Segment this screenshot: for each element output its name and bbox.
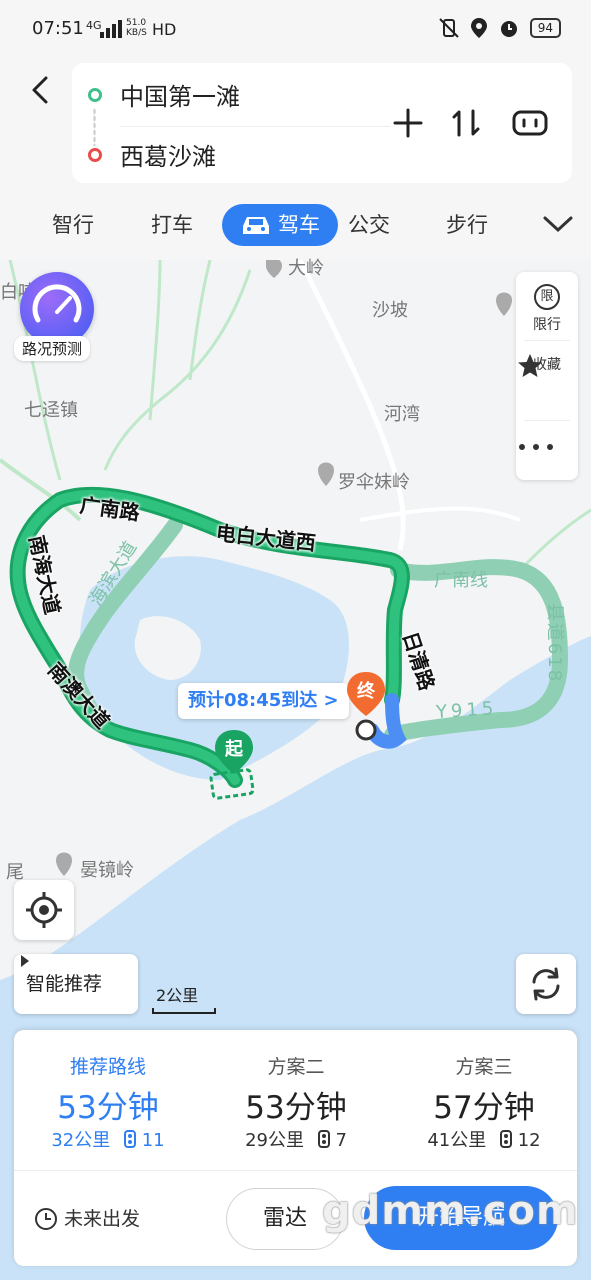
clock-icon	[35, 1208, 57, 1230]
route-distance: 32公里	[51, 1130, 111, 1151]
place-label: 罗伞妹岭	[338, 472, 410, 493]
road-label-county: 县道618	[544, 602, 566, 684]
place-label: 大岭	[288, 258, 324, 279]
route-name: 方案三	[455, 1056, 513, 1078]
place-label: 晏镜岭	[80, 860, 134, 881]
plus-icon	[393, 108, 423, 138]
route-header: 中国第一滩 西葛沙滩 智行 打车 驾车 公交 步行	[0, 60, 591, 260]
panel-divider	[524, 340, 570, 341]
scale-label: 2公里	[156, 986, 199, 1005]
end-pin-label: 终	[357, 681, 375, 702]
caret-right-icon	[21, 955, 29, 967]
destination-field[interactable]: 西葛沙滩	[120, 137, 216, 172]
tab-taxi[interactable]: 打车	[151, 204, 193, 246]
route-distance: 41公里	[427, 1130, 487, 1151]
map-scale: 2公里	[152, 980, 216, 1014]
route-meta: 41公里 12	[390, 1126, 578, 1152]
refresh-icon	[532, 967, 560, 1001]
map-side-panel: 限 限行 收藏	[516, 272, 578, 480]
smart-recommend-button[interactable]: 智能推荐	[14, 954, 138, 1014]
traffic-forecast-label: 路况预测	[14, 336, 91, 361]
route-lights: 11	[141, 1130, 165, 1151]
locate-button[interactable]	[14, 880, 74, 940]
traffic-light-icon	[317, 1130, 330, 1148]
travel-mode-tabs: 智行 打车 驾车 公交 步行	[0, 200, 591, 248]
battery-indicator: 94	[529, 18, 561, 38]
route-name: 方案二	[267, 1056, 325, 1078]
crosshair-icon	[26, 892, 62, 928]
back-arrow-icon[interactable]	[24, 72, 60, 108]
swap-button[interactable]	[446, 103, 486, 143]
chevron-down-icon[interactable]	[542, 214, 574, 234]
traffic-forecast-button[interactable]	[20, 272, 94, 346]
road-label-guangnan-line: 广南线	[434, 570, 488, 591]
route-option-3[interactable]: 方案三 57分钟 41公里 12	[390, 1030, 578, 1170]
restriction-button[interactable]: 限 限行	[516, 284, 578, 334]
traffic-light-icon	[500, 1130, 512, 1148]
origin-field[interactable]: 中国第一滩	[120, 77, 240, 112]
route-distance: 29公里	[245, 1130, 304, 1151]
route-name: 推荐路线	[69, 1056, 146, 1078]
place-label: 沙坡	[372, 300, 408, 321]
alarm-icon	[500, 21, 517, 37]
signal-icon	[100, 20, 122, 38]
scale-bar	[152, 1008, 216, 1014]
speedometer-icon	[32, 284, 82, 323]
destination-dot-icon	[88, 148, 102, 162]
swap-icon	[452, 109, 480, 137]
route-meta: 29公里 7	[202, 1126, 390, 1152]
end-pin: 终	[345, 670, 387, 718]
sheet-divider	[14, 1170, 577, 1171]
future-departure-button[interactable]: 未来出发	[32, 1202, 140, 1236]
tab-smart[interactable]: 智行	[52, 204, 94, 246]
route-input-card: 中国第一滩 西葛沙滩	[72, 63, 572, 183]
watermark: gdmm.com	[322, 1188, 579, 1234]
vehicle-settings-icon	[512, 110, 548, 136]
eta-badge[interactable]: 预计08:45到达 >	[178, 683, 349, 719]
star-icon	[518, 354, 542, 377]
status-time: 07:51	[32, 18, 84, 39]
route-meta: 32公里 11	[14, 1126, 202, 1152]
place-label: 河湾	[384, 404, 420, 425]
road-label-y915: Y915	[435, 697, 499, 724]
route-option-2[interactable]: 方案二 53分钟 29公里 7	[202, 1030, 390, 1170]
tab-drive-label: 驾车	[278, 213, 320, 237]
route-time: 53分钟	[57, 1090, 159, 1126]
route-time: 57分钟	[433, 1090, 535, 1126]
restriction-label: 限行	[533, 317, 561, 333]
more-button[interactable]	[516, 442, 578, 472]
vibrate-mute-icon	[439, 18, 459, 38]
future-departure-label: 未来出发	[64, 1208, 141, 1230]
panel-divider	[524, 420, 570, 421]
car-icon	[243, 217, 269, 234]
status-bar: 07:51 4G 51.0 KB/S HD 94	[0, 0, 591, 60]
tab-walk[interactable]: 步行	[446, 204, 488, 246]
hd-indicator: HD	[152, 20, 177, 39]
route-option-recommended[interactable]: 推荐路线 53分钟 32公里 11	[14, 1030, 202, 1170]
status-right: 94	[438, 17, 561, 39]
route-planning-screen: 07:51 4G 51.0 KB/S HD 94 中国第一滩 西葛沙滩 智行 打…	[0, 0, 591, 1280]
card-divider	[120, 126, 390, 127]
route-lights: 12	[517, 1130, 541, 1151]
tab-transit[interactable]: 公交	[348, 204, 390, 246]
route-dotted-line	[93, 108, 96, 146]
more-dots-icon	[519, 444, 553, 450]
network-speed: 51.0 KB/S	[126, 18, 147, 38]
location-icon	[470, 18, 487, 38]
start-pin: 起	[213, 728, 255, 776]
restriction-icon: 限	[534, 284, 560, 310]
route-time: 53分钟	[245, 1090, 347, 1126]
vehicle-toggle-button[interactable]	[510, 103, 550, 143]
traffic-light-icon	[124, 1130, 136, 1148]
add-waypoint-button[interactable]	[388, 103, 428, 143]
smart-recommend-label: 智能推荐	[26, 973, 103, 995]
favorite-button[interactable]: 收藏	[516, 352, 578, 377]
route-lights: 7	[335, 1130, 347, 1151]
place-label: 七迳镇	[24, 400, 78, 421]
refresh-button[interactable]	[516, 954, 576, 1014]
start-pin-label: 起	[225, 739, 243, 760]
tab-drive[interactable]: 驾车	[222, 204, 338, 246]
origin-dot-icon	[88, 88, 102, 102]
